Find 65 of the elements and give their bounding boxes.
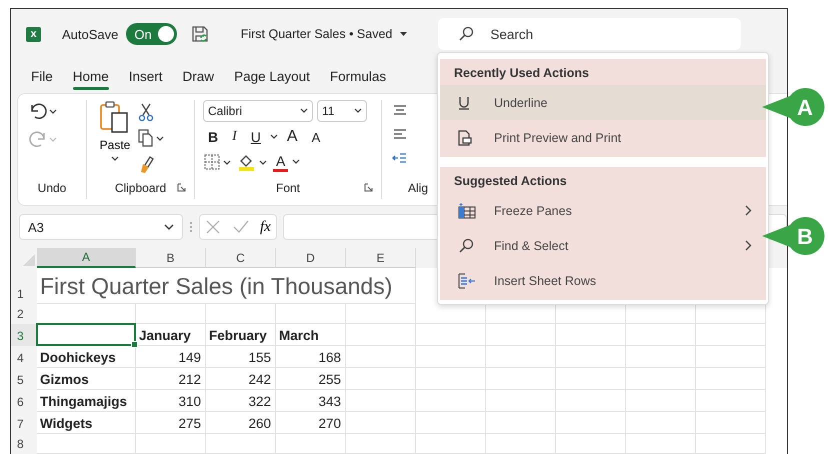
table-cell: First Quarter Sales (in Thousands) xyxy=(37,268,416,304)
row-header[interactable]: 5 xyxy=(11,368,37,390)
row-header[interactable]: 4 xyxy=(11,346,37,368)
font-color-button[interactable]: A xyxy=(273,152,288,172)
ribbon-tab[interactable]: Home xyxy=(64,62,117,90)
table-cell: 255 xyxy=(276,368,346,390)
table-cell: 168 xyxy=(276,346,346,368)
row-header[interactable]: 7 xyxy=(11,412,37,434)
table-cell: Gizmos xyxy=(37,368,136,390)
column-header[interactable]: E xyxy=(346,248,416,268)
table-cell: January xyxy=(136,324,206,346)
group-label: Font xyxy=(276,181,300,195)
column-header[interactable]: B xyxy=(136,248,206,268)
row-header[interactable]: 1 xyxy=(11,268,37,304)
row-header[interactable]: 2 xyxy=(11,304,37,324)
section-heading: Suggested Actions xyxy=(453,173,568,190)
table-cell: February xyxy=(206,324,276,346)
ribbon-tab[interactable]: File xyxy=(23,62,61,90)
spreadsheet-app-icon: x xyxy=(26,26,41,42)
autosave-label: AutoSave xyxy=(62,26,118,42)
insert-function-button[interactable]: fx xyxy=(260,218,271,236)
table-cell: 343 xyxy=(276,390,346,412)
ribbon-tab[interactable]: Insert xyxy=(120,62,171,90)
group-label: Clipboard xyxy=(114,181,166,195)
table-cell: 260 xyxy=(206,412,276,434)
row-header[interactable]: 6 xyxy=(11,390,37,412)
row-header[interactable]: 3 xyxy=(11,324,37,346)
column-header[interactable]: D xyxy=(276,248,346,268)
section-heading: Recently Used Actions xyxy=(453,65,590,82)
callout-badge: B xyxy=(762,215,826,257)
table-cell: Doohickeys xyxy=(37,346,136,368)
paste-button[interactable]: Paste xyxy=(95,100,135,177)
table-cell: 155 xyxy=(206,346,276,368)
shrink-font-button[interactable]: A xyxy=(306,128,326,146)
font-name-dropdown[interactable]: Calibri xyxy=(203,100,313,122)
document-title[interactable]: First Quarter Sales • Saved xyxy=(240,27,392,41)
ribbon-tab[interactable]: Draw xyxy=(174,62,222,90)
table-cell: March xyxy=(276,324,346,346)
group-label: Undo xyxy=(38,181,66,195)
menu-item[interactable]: Underline xyxy=(440,85,766,120)
underline-button[interactable]: U xyxy=(246,127,266,147)
grow-font-button[interactable]: A xyxy=(282,126,303,148)
group-label: Alig xyxy=(408,181,428,195)
table-cell: Thingamajigs xyxy=(37,390,136,412)
ribbon-tab[interactable]: Formulas xyxy=(322,62,394,90)
table-cell: 270 xyxy=(276,412,346,434)
table-cell: 310 xyxy=(136,390,206,412)
font-size-dropdown[interactable]: 11 xyxy=(317,100,367,122)
menu-item[interactable]: Insert Sheet Rows xyxy=(440,263,766,298)
table-cell: 212 xyxy=(136,368,206,390)
search-field[interactable]: Search xyxy=(438,18,742,50)
table-cell: 275 xyxy=(136,412,206,434)
name-box[interactable]: A3 xyxy=(19,214,183,240)
row-header[interactable]: 8 xyxy=(11,434,37,454)
table-cell: 322 xyxy=(206,390,276,412)
italic-button[interactable]: I xyxy=(227,127,242,147)
ribbon-tab[interactable]: Page Layout xyxy=(226,62,318,90)
autosave-toggle[interactable]: On xyxy=(126,23,177,45)
callout-badge: A xyxy=(762,86,826,128)
table-cell: 149 xyxy=(136,346,206,368)
table-cell: Widgets xyxy=(37,412,136,434)
column-header[interactable]: C xyxy=(206,248,276,268)
bold-button[interactable]: B xyxy=(203,127,224,147)
column-header[interactable]: A xyxy=(37,248,136,268)
table-cell: 242 xyxy=(206,368,276,390)
